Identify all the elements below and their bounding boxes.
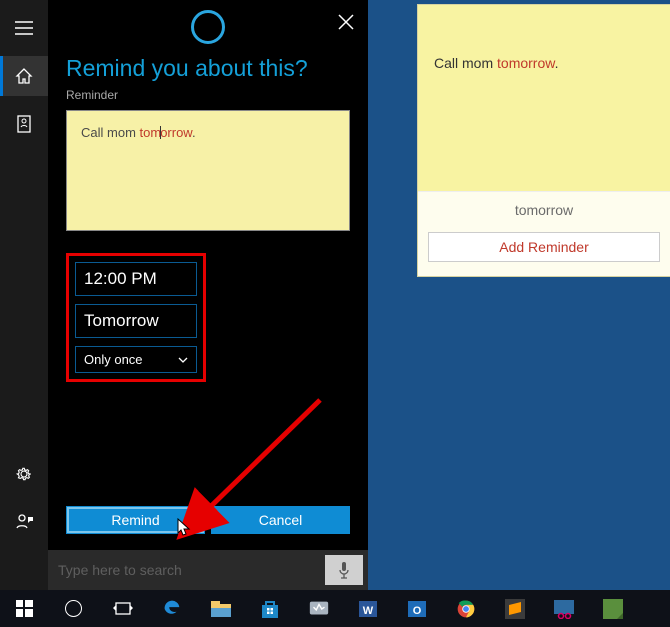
taskbar: W O [0,590,670,627]
annotation-highlight: 12:00 PM Tomorrow Only once [66,253,206,382]
panel-title: Remind you about this? [66,55,350,82]
close-icon[interactable] [330,6,362,38]
cancel-button[interactable]: Cancel [211,506,350,534]
sticky-note-body[interactable]: Call mom tomorrow. [418,5,670,191]
reminder-text-input[interactable]: Call mom tomorrow. [66,110,350,231]
snip-icon[interactable] [539,590,588,627]
file-explorer-icon[interactable] [196,590,245,627]
search-bar[interactable]: Type here to search [48,550,368,590]
cortana-rail [0,0,48,590]
section-label: Reminder [66,88,350,102]
microphone-icon[interactable] [325,555,363,585]
cortana-panel: Remind you about this? Reminder Call mom… [48,0,368,590]
button-row: Remind Cancel [66,506,350,534]
notebook-icon[interactable] [0,104,48,144]
taskbar-sticky-icon[interactable] [588,590,637,627]
sticky-meta: tomorrow [418,192,670,228]
svg-text:O: O [412,605,421,617]
skype-icon[interactable] [294,590,343,627]
remind-button[interactable]: Remind [66,506,205,534]
cortana-taskbar-icon[interactable] [49,590,98,627]
chrome-icon[interactable] [441,590,490,627]
search-placeholder: Type here to search [48,562,325,578]
home-icon[interactable] [0,56,48,96]
chevron-down-icon [178,355,188,365]
day-field[interactable]: Tomorrow [75,304,197,338]
svg-text:W: W [362,605,373,617]
word-icon[interactable]: W [343,590,392,627]
add-reminder-button[interactable]: Add Reminder [428,232,660,262]
start-icon[interactable] [0,590,49,627]
time-field[interactable]: 12:00 PM [75,262,197,296]
recurrence-dropdown[interactable]: Only once [75,346,197,373]
outlook-icon[interactable]: O [392,590,441,627]
cortana-ring-icon [48,0,368,55]
taskview-icon[interactable] [98,590,147,627]
settings-icon[interactable] [0,454,48,494]
sticky-note: Call mom tomorrow. tomorrow Add Reminder [418,5,670,276]
sublime-icon[interactable] [490,590,539,627]
store-icon[interactable] [245,590,294,627]
menu-icon[interactable] [0,8,48,48]
edge-icon[interactable] [147,590,196,627]
feedback-icon[interactable] [0,502,48,542]
